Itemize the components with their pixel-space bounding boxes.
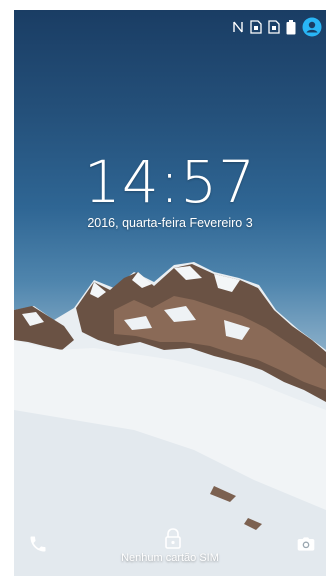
nfc-icon xyxy=(232,20,244,34)
lockscreen-bottom-bar: Nenhum cartão SIM xyxy=(14,526,326,576)
clock: 14:57 xyxy=(83,148,257,216)
no-sim-icon xyxy=(268,20,280,34)
sim-status-label: Nenhum cartão SIM xyxy=(121,552,219,564)
no-sim-icon xyxy=(250,20,262,34)
date-label: 2016, quarta-feira Fevereiro 3 xyxy=(87,216,253,230)
lock-icon[interactable] xyxy=(164,528,182,550)
camera-icon[interactable] xyxy=(296,534,318,556)
lock-screen: 14:57 2016, quarta-feira Fevereiro 3 Nen… xyxy=(14,10,326,576)
wallpaper-mountains xyxy=(14,262,326,576)
status-bar xyxy=(14,10,326,44)
user-avatar-icon[interactable] xyxy=(302,17,322,37)
battery-icon xyxy=(286,19,296,35)
